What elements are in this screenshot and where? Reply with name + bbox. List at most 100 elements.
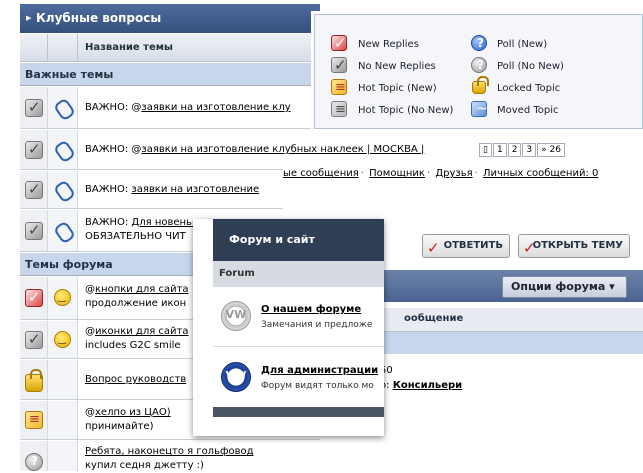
popup-item-desc: Замечания и предложе: [261, 320, 373, 330]
topic-pager: ▯ 1 2 3» 26: [478, 143, 565, 157]
locked-topic-icon: [472, 76, 489, 94]
poll-no-new-icon: [471, 57, 487, 73]
popup-forum-item[interactable]: VW Для администрации Форум видят только …: [213, 348, 384, 408]
icon-cell: [48, 360, 78, 399]
pager-page[interactable]: 3: [522, 143, 537, 157]
no-new-replies-icon: [331, 56, 347, 74]
table-row: ВАЖНО: @заявки на изготовление клубных н…: [20, 130, 424, 170]
status-cell: [20, 441, 48, 471]
popup-footer-bar: [213, 407, 384, 417]
nav-link-messages[interactable]: ые сообщения: [283, 168, 359, 179]
category-header[interactable]: ▶ Клубные вопросы: [20, 4, 320, 33]
icon-cell: [48, 277, 78, 319]
smiley-icon: [54, 289, 71, 306]
icon-cell: [48, 130, 78, 169]
status-cell: [20, 360, 48, 399]
topic-at-sign: @: [85, 284, 95, 295]
legend-moved: Moved Topic: [497, 105, 559, 116]
category-title: Клубные вопросы: [36, 11, 162, 25]
popup-subheader: Forum: [213, 261, 384, 287]
popup-item-title[interactable]: Для администрации: [261, 365, 378, 376]
collapse-arrow-icon[interactable]: ▶: [26, 4, 31, 33]
locked-topic-icon: [25, 369, 43, 392]
nav-link-helper[interactable]: Помощник: [369, 168, 425, 179]
vw-logo-blue-icon: VW: [221, 362, 251, 392]
topic-prefix: ВАЖНО:: [85, 184, 129, 195]
table-row: ВАЖНО: заявки на изготовление: [20, 171, 320, 209]
topic-subtitle: купил седня джетту :): [85, 460, 204, 471]
legend-hot-no-new: Hot Topic (No New): [358, 105, 454, 116]
open-topic-button-label: ОТКРЫТЬ ТЕМУ: [532, 240, 623, 251]
section-forum-label: Темы форума: [25, 258, 113, 271]
topic-link[interactable]: заявки на изготовление клу: [141, 102, 290, 113]
section-important-label: Важные темы: [25, 68, 114, 81]
topic-line: Вопрос руководств: [85, 373, 186, 387]
poll-no-new-icon: [25, 453, 43, 471]
no-new-replies-icon: [25, 221, 43, 240]
topic-prefix: ВАЖНО:: [85, 102, 129, 113]
chevron-down-icon: ▾: [609, 280, 615, 293]
status-cell: [20, 87, 48, 128]
table-row: Ребята, наконецто я гольфовод купил седня…: [20, 441, 320, 471]
topic-line: ВАЖНО: @заявки на изготовление клубных н…: [85, 143, 424, 157]
last-post-header-label: ообщение: [404, 313, 464, 324]
icon-cell: [48, 210, 78, 251]
topic-link[interactable]: заявки на изготовление клубных наклеек |…: [141, 144, 424, 155]
no-new-replies-icon: [25, 98, 43, 117]
forum-jump-popup: Форум и сайт Forum VW О нашем форуме Зам…: [193, 219, 384, 436]
popup-forum-item[interactable]: VW О нашем форуме Замечания и предложе: [213, 287, 384, 347]
no-new-replies-icon: [25, 140, 43, 159]
legend-locked: Locked Topic: [497, 83, 561, 94]
popup-title: Форум и сайт: [229, 233, 315, 246]
topic-subtitle: ОБЯЗАТЕЛЬНО ЧИТ: [85, 231, 186, 242]
section-strip: [384, 332, 643, 354]
pager-page[interactable]: 2: [507, 143, 522, 157]
nav-link-friends[interactable]: Друзья: [435, 168, 472, 179]
topic-subtitle: includes G2C smile: [85, 340, 181, 351]
legend-hot-new: Hot Topic (New): [358, 83, 437, 94]
smiley-icon: [54, 331, 71, 348]
hot-topic-icon: [25, 411, 43, 429]
topic-line: @хелпо из ЦАО) принимайте): [85, 406, 171, 434]
section-important: Важные темы: [20, 63, 320, 86]
pager-page[interactable]: 1: [492, 143, 507, 157]
last-post-column-header: ообщение: [384, 308, 643, 332]
topic-name-column-label[interactable]: Название темы: [85, 42, 173, 53]
forum-page: ▶ Клубные вопросы Название темы Важные т…: [0, 0, 643, 471]
topic-prefix: ВАЖНО:: [85, 217, 129, 228]
new-replies-icon: [331, 34, 347, 52]
status-cell: [20, 210, 48, 251]
topic-link[interactable]: кнопки для сайта: [95, 284, 189, 295]
topic-link[interactable]: иконки для сайта: [95, 326, 189, 337]
reply-icon: ✓: [427, 239, 440, 257]
pager-last[interactable]: » 26: [537, 143, 565, 157]
nav-link-private-messages[interactable]: Личных сообщений: 0: [483, 168, 598, 179]
topic-link[interactable]: Вопрос руководств: [85, 374, 186, 385]
icon-legend: New Replies No New Replies Hot Topic (Ne…: [314, 14, 643, 129]
popup-sub-label: Forum: [219, 268, 255, 279]
topic-link[interactable]: заявки на изготовление: [131, 184, 259, 195]
moved-topic-icon: [471, 101, 488, 117]
forum-options-button[interactable]: Опции форума ▾: [502, 276, 627, 298]
paperclip-icon: [54, 99, 72, 117]
topic-line: @иконки для сайта includes G2C smile: [85, 325, 189, 353]
hot-topic-no-new-icon: [331, 101, 347, 117]
icon-cell: [48, 401, 78, 439]
topic-link[interactable]: Ребята, наконецто я гольфовод: [85, 446, 254, 457]
popup-header: Форум и сайт: [213, 219, 384, 261]
popup-item-desc: Форум видят только мо: [261, 381, 374, 391]
popup-item-title[interactable]: О нашем форуме: [261, 304, 361, 315]
legend-poll-no-new: Poll (No New): [497, 61, 564, 72]
paperclip-icon: [54, 141, 72, 159]
topic-at-sign: @: [85, 407, 95, 418]
open-topic-button[interactable]: ✓ ОТКРЫТЬ ТЕМУ: [518, 234, 630, 258]
pager-icon[interactable]: ▯: [479, 143, 492, 157]
icon-cell: [48, 441, 78, 471]
stats-user-link[interactable]: Консильери: [393, 380, 462, 391]
status-cell: [20, 277, 48, 319]
reply-button[interactable]: ✓ ОТВЕТИТЬ: [422, 234, 510, 258]
legend-no-new-replies: No New Replies: [358, 61, 436, 72]
no-new-replies-icon: [25, 180, 43, 199]
topic-link[interactable]: хелпо из ЦАО): [95, 407, 171, 418]
user-nav-links: ые сообщения · Помощник · Друзья · Личных с…: [283, 168, 599, 179]
